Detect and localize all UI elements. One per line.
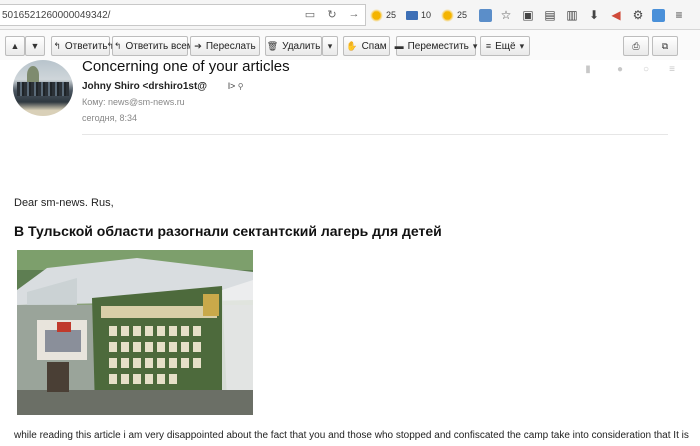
printer-icon: ⎙ [632, 40, 640, 51]
article-photo[interactable] [17, 250, 253, 415]
address-bar[interactable]: 5016521260000049342/ ▭ ↻ → [0, 4, 366, 26]
reply-all-label: Ответить всем [125, 40, 194, 52]
next-message-button[interactable]: ▼ [25, 36, 45, 56]
bookmark-star-icon[interactable]: ☆ [498, 7, 514, 23]
delete-label: Удалить [282, 40, 321, 52]
bookmark-icon[interactable]: ▮ [582, 63, 594, 75]
menu-icon[interactable]: ≡ [666, 63, 678, 75]
forward-label: Переслать [205, 40, 256, 52]
photo-illustration [17, 250, 253, 415]
extensions-bar: 25 10 25 ☆ ▣ ▤ ▥ ⬇ ◀ ⚙ ≡ [370, 4, 687, 26]
weather-temp: 25 [386, 10, 397, 20]
reader-view-icon[interactable]: ▭ [303, 7, 317, 21]
chevron-down-icon: ▾ [519, 40, 525, 51]
spam-label: Спам [361, 40, 387, 52]
tab-manager-icon[interactable] [479, 8, 493, 22]
recipient-line: Кому: news@sm-news.ru [82, 97, 185, 107]
greeting-text: Dear sm-news. Rus, [14, 197, 114, 209]
expand-icon: ⧉ [661, 40, 669, 51]
print-button[interactable]: ⎙ [623, 36, 649, 56]
sender-name[interactable]: Johny Shiro <drshiro1st@ [82, 81, 207, 92]
url-text: 5016521260000049342/ [2, 9, 111, 21]
search-icon[interactable]: ⚲ [238, 82, 244, 91]
menu-icon[interactable]: ≡ [671, 7, 687, 23]
clipboard-icon[interactable]: ▣ [520, 7, 536, 23]
arrow-down-icon: ▼ [30, 41, 40, 51]
expand-button[interactable]: ⧉ [652, 36, 678, 56]
message-subject: Concerning one of your articles [82, 58, 290, 75]
weather-extension-2[interactable]: 25 [441, 8, 468, 22]
weather-temp-2: 25 [457, 10, 468, 20]
library-icon[interactable]: ▥ [564, 7, 580, 23]
lock-icon[interactable]: ▤ [542, 7, 558, 23]
forward-button[interactable]: ➔ Переслать [190, 36, 260, 56]
header-divider [82, 134, 668, 135]
forward-icon: ➔ [194, 40, 202, 51]
settings-icon[interactable]: ⚙ [630, 7, 646, 23]
move-button[interactable]: ▬ Переместить ▾ [394, 36, 478, 56]
mail-count: 10 [421, 10, 432, 20]
flag-icon[interactable]: ● [614, 63, 626, 75]
avatar [13, 60, 73, 116]
reply-label: Ответить [64, 40, 108, 52]
list-icon: ≡ [485, 41, 492, 51]
message-body: while reading this article i am very dis… [14, 430, 689, 441]
chevron-down-icon: ▾ [327, 40, 333, 51]
speaker-icon[interactable]: ◀ [608, 7, 624, 23]
message-date: сегодня, 8:34 [82, 113, 138, 123]
move-label: Переместить [407, 40, 469, 52]
sender-address-tail: l> ⚲ [228, 81, 244, 91]
delete-dropdown-button[interactable]: ▾ [322, 36, 338, 56]
more-label: Ещё [495, 40, 516, 52]
thumbs-down-icon: ✋ [346, 40, 358, 51]
spam-button[interactable]: ✋ Спам [343, 36, 390, 56]
reply-all-button[interactable]: ↰↰ Ответить всем [106, 36, 194, 56]
trash-icon: 🗑 [266, 40, 279, 51]
reply-icon: ↰ [53, 40, 61, 51]
download-icon[interactable]: ⬇ [586, 7, 602, 23]
mail-toolbar: ▲ ▼ ↰ Ответить ↰↰ Ответить всем ➔ Пересл… [0, 30, 700, 60]
delete-button[interactable]: 🗑 Удалить [265, 36, 322, 56]
reload-icon[interactable]: ↻ [325, 7, 339, 21]
forward-arrow-icon[interactable]: → [347, 7, 361, 21]
mail-icon [406, 10, 419, 20]
reply-button[interactable]: ↰ Ответить [51, 36, 110, 56]
chevron-down-icon: ▾ [472, 40, 478, 51]
prev-message-button[interactable]: ▲ [5, 36, 25, 56]
arrow-up-icon: ▲ [10, 41, 20, 51]
unread-dot-icon[interactable]: ○ [640, 63, 652, 75]
more-button[interactable]: ≡ Ещё ▾ [480, 36, 530, 56]
weather-extension[interactable]: 25 [370, 8, 397, 22]
article-headline: В Тульской области разогнали сектантский… [14, 223, 442, 239]
addon-icon[interactable] [652, 8, 666, 22]
mail-extension[interactable]: 10 [406, 10, 431, 20]
message-view: Concerning one of your articles Johny Sh… [0, 58, 700, 446]
sun-icon [370, 8, 383, 22]
folder-icon: ▬ [394, 41, 404, 51]
sun-icon [441, 8, 455, 22]
browser-toolbar: 5016521260000049342/ ▭ ↻ → 25 10 25 ☆ ▣ … [0, 0, 700, 30]
message-actions: ▮ ● ○ ≡ [582, 63, 678, 75]
reply-all-icon: ↰↰ [106, 40, 122, 51]
